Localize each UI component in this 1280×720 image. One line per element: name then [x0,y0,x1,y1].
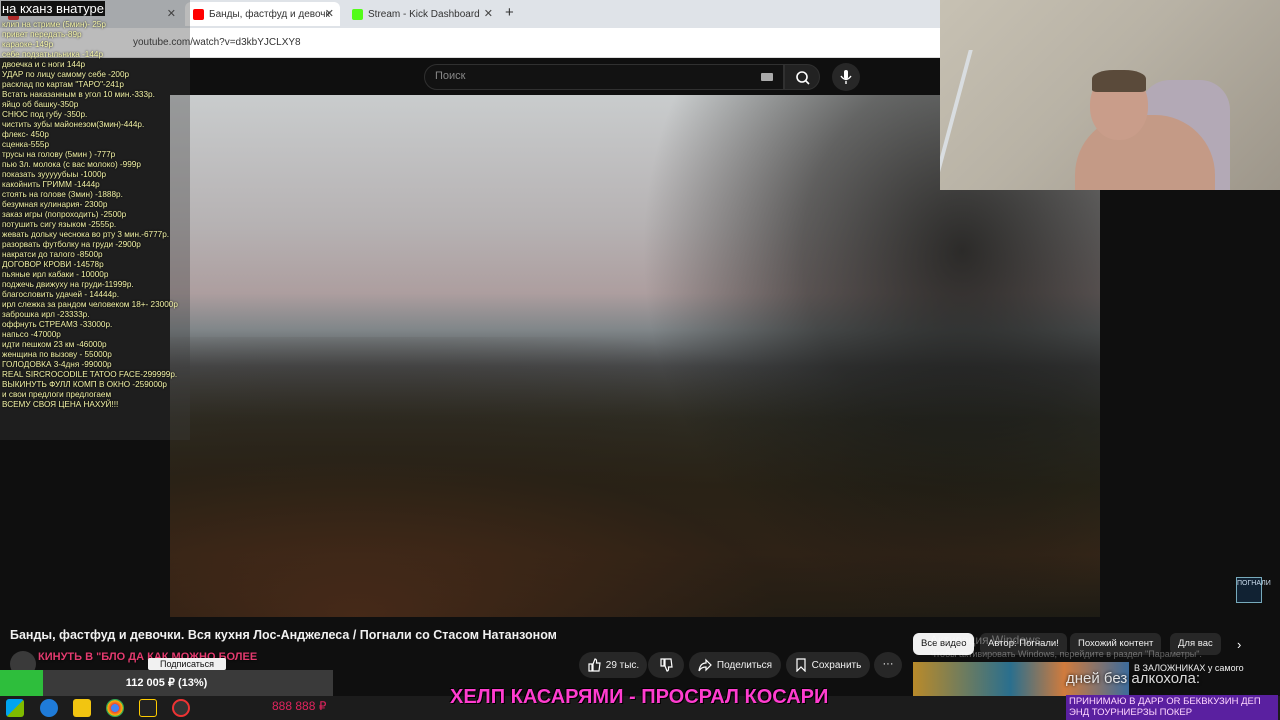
price-list-item: двоечка и с ноги 144р [2,60,86,69]
start-icon[interactable] [6,699,24,717]
chevron-right-icon[interactable]: › [1237,637,1241,652]
windows-activation-sub: Чтобы активировать Windows, перейдите в … [930,649,1202,659]
stream-banner: ХЕЛП КАСАРЯМИ - ПРОСРАЛ КОСАРИ [450,686,829,708]
price-list-item: привет передать-89р [2,30,82,39]
donation-goal-bar: 112 005 ₽ (13%) [0,670,333,696]
like-count: 29 тыс. [605,659,640,671]
price-list-item: накратси до талого -8500р [2,250,103,259]
subscribe-button[interactable]: Подписаться [148,658,226,670]
webcam-feed [940,0,1280,190]
more-actions-button[interactable]: ··· [874,652,902,678]
search-button[interactable] [784,64,820,90]
price-list-item: пью 3л. молока (с вас молоко) -999р [2,160,141,169]
tab-youtube[interactable]: Банды, фастфуд и девочк ✕ [185,2,340,26]
price-list-item: женщина по вызову - 55000р [2,350,112,359]
search-input[interactable]: Поиск [424,64,784,90]
thumbs-down-icon [660,658,673,672]
price-list-item: потушить сигу языком -2555р. [2,220,117,229]
price-list-item: флекс- 450р [2,130,49,139]
thumbs-up-icon [588,658,601,672]
price-list-item: Встать наказанным в угол 10 мин.-333р. [2,90,155,99]
search-icon [796,71,810,85]
price-list-item: яйцо об башку-350р [2,100,79,109]
price-list-item: безумная кулинария- 2300р [2,200,108,209]
file-explorer-icon[interactable] [73,699,91,717]
sober-days-label: дней без алкохола: [1066,670,1201,687]
price-list-item: чистить зубы майонезом(3мин)-444р. [2,120,145,129]
goal-text: 112 005 ₽ (13%) [125,677,208,689]
close-tab-icon[interactable]: ✕ [325,7,334,20]
save-label: Сохранить [811,659,862,671]
tab-label: Банды, фастфуд и девочк [209,8,330,20]
like-button[interactable]: 29 тыс. [579,652,647,678]
right-panel [1100,190,1280,620]
save-button[interactable]: Сохранить [786,652,870,678]
channel-watermark[interactable]: ПОГНАЛИ [1236,577,1271,603]
price-list-item: трусы на голову (5мин ) -777р [2,150,116,159]
share-icon [698,658,712,672]
windows-activation-title: Активация Windows [930,633,1041,647]
price-list-item: напьсо -47000р [2,330,61,339]
price-list-item: разорвать футболку на груди -2900р [2,240,141,249]
price-list-item: оффнуть СТРЕАМЗ -33000р. [2,320,113,329]
price-list-item: благословить удачей - 14444р. [2,290,119,299]
streamer-hair [1092,70,1146,92]
share-button[interactable]: Поделиться [689,652,781,678]
kick-favicon-icon [352,8,363,20]
price-list-item: жевать дольку чеснока во рту 3 мин.-6777… [2,230,170,239]
price-list-item: расклад по картам "ТАРО"-241р [2,80,124,89]
price-list: клип на стриме (5мин)- 25р привет передат… [2,20,192,410]
mic-icon [840,70,852,84]
obs-icon[interactable] [172,699,190,717]
video-title: Банды, фастфуд и девочки. Вся кухня Лос-… [10,628,557,642]
youtube-favicon-icon [193,8,204,20]
overlay-title: на кханз внатуре [1,1,105,16]
price-list-item: REAL SIRCROCODILE TATOO FACE-299999р. [2,370,178,379]
price-list-item: караоке-149р [2,40,54,49]
search-placeholder: Поиск [435,70,466,82]
price-list-item: показать зууууубыы -1000р [2,170,107,179]
price-list-item: какойнить ГРИММ -1444р [2,180,100,189]
chrome-icon[interactable] [106,699,124,717]
price-list-item: УДАР по лицу самому себе -200р [2,70,130,79]
dislike-button[interactable] [648,652,684,678]
app-icon[interactable] [139,699,157,717]
price-list-item: ДОГОВОР КРОВИ -14578р [2,260,104,269]
share-label: Поделиться [716,659,773,671]
price-list-item: заброшка ирл -23333р. [2,310,90,319]
close-tab-icon[interactable]: ✕ [484,7,493,20]
new-tab-button[interactable]: + [505,4,514,21]
tab-label: Stream - Kick Dashboard [368,8,480,20]
price-list-overlay: на кханз внатуре клип на стриме (5мин)- … [0,0,190,440]
keyboard-icon[interactable] [761,73,773,81]
price-list-item: сценка-555р [2,140,50,149]
tab-kick[interactable]: Stream - Kick Dashboard ✕ [344,2,499,26]
price-list-item: СНЮС под губу -350р. [2,110,88,119]
price-list-item: идти пешком 23 км -46000р [2,340,107,349]
lamp [940,50,1029,190]
stream-banner-right: ПРИНИМАЮ В ДАРР OR БЕКВКУЗИН ДЕП ЭНД ТОУ… [1066,695,1278,720]
voice-search-button[interactable] [832,63,860,91]
edge-icon[interactable] [40,699,58,717]
price-list-item: и свои предлоги предлогаем [2,390,112,399]
price-list-item: клип на стриме (5мин)- 25р [2,20,106,29]
price-list-item: ВЫКИНУТЬ ФУЛЛ КОМП В ОКНО -259000р [2,380,167,389]
price-list-item: заказ игры (попроходить) -2500р [2,210,127,219]
price-list-item: стоять на голове (3мин) -1888р. [2,190,123,199]
price-list-item: ирл слежка за рандом человеком 18+- 2300… [2,300,178,309]
price-list-item: ГОЛОДОВКА 3-4дня -99000р [2,360,112,369]
price-list-item: пьяные ирл кабаки - 10000р [2,270,109,279]
price-list-item: поджечь движуху на груди-11999р. [2,280,134,289]
bookmark-icon [796,658,806,672]
taskbar-counter: 888 888 ₽ [272,699,327,713]
screen: ПОГНАЛИ ✕ Банды, фастфуд и девочк ✕ Stre… [0,0,1280,720]
price-list-item: ВСЕМУ СВОЯ ЦЕНА НАХУЙ!!! [2,400,119,409]
price-list-item: себе подзатыльника -144р [2,50,103,59]
